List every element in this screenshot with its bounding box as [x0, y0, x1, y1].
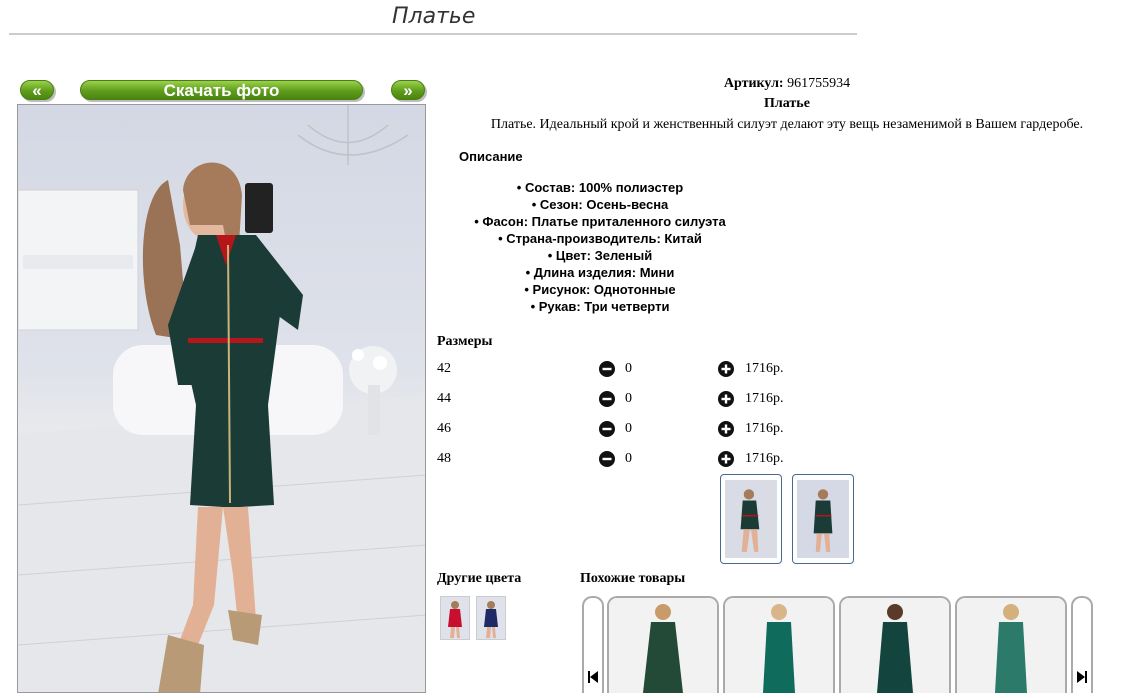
quantity-value: 0	[625, 451, 632, 466]
similar-product-card[interactable]	[955, 596, 1067, 693]
main-product-photo[interactable]	[17, 104, 426, 693]
minus-circle-icon[interactable]	[599, 421, 615, 437]
product-short-description: Платье. Идеальный крой и женственный сил…	[490, 117, 1084, 132]
size-row: 46 0 1716р.	[437, 421, 857, 441]
size-row: 44 0 1716р.	[437, 391, 857, 411]
description-heading: Описание	[459, 149, 523, 164]
color-variant-image	[441, 597, 469, 639]
similar-product-image	[957, 598, 1065, 693]
color-variant-image	[477, 597, 505, 639]
plus-circle-icon[interactable]	[718, 391, 734, 407]
size-row: 48 0 1716р.	[437, 451, 857, 471]
other-colors-heading: Другие цвета	[437, 571, 522, 586]
quantity-value: 0	[625, 391, 632, 406]
size-label: 42	[437, 361, 451, 376]
similar-product-image	[725, 598, 833, 693]
page-title: Платье	[392, 4, 476, 29]
similar-products-heading: Похожие товары	[580, 571, 686, 586]
spec-item: • Рисунок: Однотонные	[524, 282, 676, 297]
spec-item: • Фасон: Платье приталенного силуэта	[474, 214, 726, 229]
minus-circle-icon[interactable]	[599, 391, 615, 407]
plus-circle-icon[interactable]	[718, 361, 734, 377]
color-variant-red[interactable]	[440, 596, 470, 640]
minus-circle-icon[interactable]	[599, 361, 615, 377]
article-line: Артикул: 961755934	[440, 76, 1124, 92]
size-price: 1716р.	[745, 361, 784, 376]
similar-product-card[interactable]	[839, 596, 951, 693]
model-illustration	[18, 105, 425, 692]
thumbnail-image	[725, 480, 777, 558]
quantity-value: 0	[625, 361, 632, 376]
size-label: 48	[437, 451, 451, 466]
similar-product-image	[609, 598, 717, 693]
size-price: 1716р.	[745, 391, 784, 406]
plus-circle-icon[interactable]	[718, 451, 734, 467]
skip-forward-icon	[1077, 671, 1087, 683]
size-price: 1716р.	[745, 451, 784, 466]
spec-item: • Состав: 100% полиэстер	[516, 180, 684, 195]
next-photo-button[interactable]: »	[391, 80, 425, 100]
size-price: 1716р.	[745, 421, 784, 436]
spec-item: • Длина изделия: Мини	[525, 265, 675, 280]
color-variant-navy[interactable]	[476, 596, 506, 640]
similar-product-image	[841, 598, 949, 693]
sizes-heading: Размеры	[437, 334, 493, 349]
article-label: Артикул:	[723, 76, 784, 91]
spec-item: • Цвет: Зеленый	[547, 248, 653, 263]
thumbnail-image	[797, 480, 849, 558]
size-label: 44	[437, 391, 451, 406]
photo-thumbnail[interactable]	[720, 474, 782, 564]
product-name: Платье	[764, 96, 810, 111]
download-photo-button[interactable]: Скачать фото	[80, 80, 363, 100]
minus-circle-icon[interactable]	[599, 451, 615, 467]
carousel-prev-button[interactable]	[582, 596, 604, 693]
spec-item: • Сезон: Осень-весна	[531, 197, 669, 212]
skip-back-icon	[588, 671, 598, 683]
article-value: 961755934	[787, 76, 851, 91]
spec-item: • Страна-производитель: Китай	[498, 231, 702, 246]
quantity-value: 0	[625, 421, 632, 436]
title-divider	[9, 33, 857, 35]
spec-list: • Состав: 100% полиэстер • Сезон: Осень-…	[440, 179, 760, 315]
carousel-next-button[interactable]	[1071, 596, 1093, 693]
plus-circle-icon[interactable]	[718, 421, 734, 437]
prev-photo-button[interactable]: «	[20, 80, 54, 100]
similar-product-card[interactable]	[607, 596, 719, 693]
size-label: 46	[437, 421, 451, 436]
similar-product-card[interactable]	[723, 596, 835, 693]
photo-thumbnail[interactable]	[792, 474, 854, 564]
size-row: 42 0 1716р.	[437, 361, 857, 381]
spec-item: • Рукав: Три четверти	[530, 299, 670, 314]
